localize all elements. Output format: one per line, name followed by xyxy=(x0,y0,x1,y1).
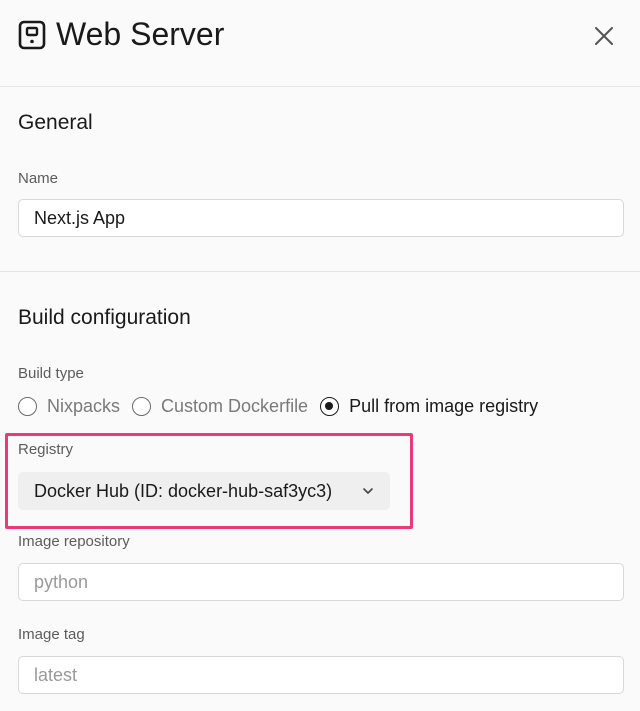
image-tag-label: Image tag xyxy=(18,626,85,643)
radio-label-image-registry: Pull from image registry xyxy=(349,396,539,416)
build-type-radio-group: Nixpacks Custom Dockerfile Pull from ima… xyxy=(18,393,550,419)
build-section-title: Build configuration xyxy=(18,306,191,329)
radio-button-image-registry[interactable] xyxy=(320,396,340,416)
chevron-down-icon xyxy=(363,488,373,494)
radio-button-nixpacks[interactable] xyxy=(18,396,37,416)
radio-option-image-registry[interactable]: Pull from image registry xyxy=(320,394,538,418)
name-label: Name xyxy=(18,170,59,187)
registry-label: Registry xyxy=(18,441,74,458)
general-section-title: General xyxy=(18,111,93,134)
server-icon xyxy=(18,20,46,50)
page-title: Web Server xyxy=(56,16,225,52)
image-repository-input[interactable] xyxy=(18,563,624,601)
name-input[interactable] xyxy=(18,199,624,237)
radio-button-custom-dockerfile[interactable] xyxy=(132,396,152,416)
radio-label-nixpacks: Nixpacks xyxy=(47,396,121,416)
registry-select[interactable]: Docker Hub (ID: docker-hub-saf3yc3) xyxy=(18,472,390,510)
web-server-panel: Web Server General Name Build configurat… xyxy=(0,0,640,711)
radio-label-custom-dockerfile: Custom Dockerfile xyxy=(161,396,309,416)
registry-select-value: Docker Hub (ID: docker-hub-saf3yc3) xyxy=(34,480,333,501)
close-icon[interactable] xyxy=(592,24,616,48)
radio-option-custom-dockerfile[interactable]: Custom Dockerfile xyxy=(132,394,308,418)
radio-option-nixpacks[interactable]: Nixpacks xyxy=(18,394,120,418)
panel-header: Web Server xyxy=(0,0,640,87)
build-type-label: Build type xyxy=(18,365,84,382)
image-tag-input[interactable] xyxy=(18,656,624,694)
general-section: General Name xyxy=(0,87,640,272)
image-repository-label: Image repository xyxy=(18,533,130,550)
